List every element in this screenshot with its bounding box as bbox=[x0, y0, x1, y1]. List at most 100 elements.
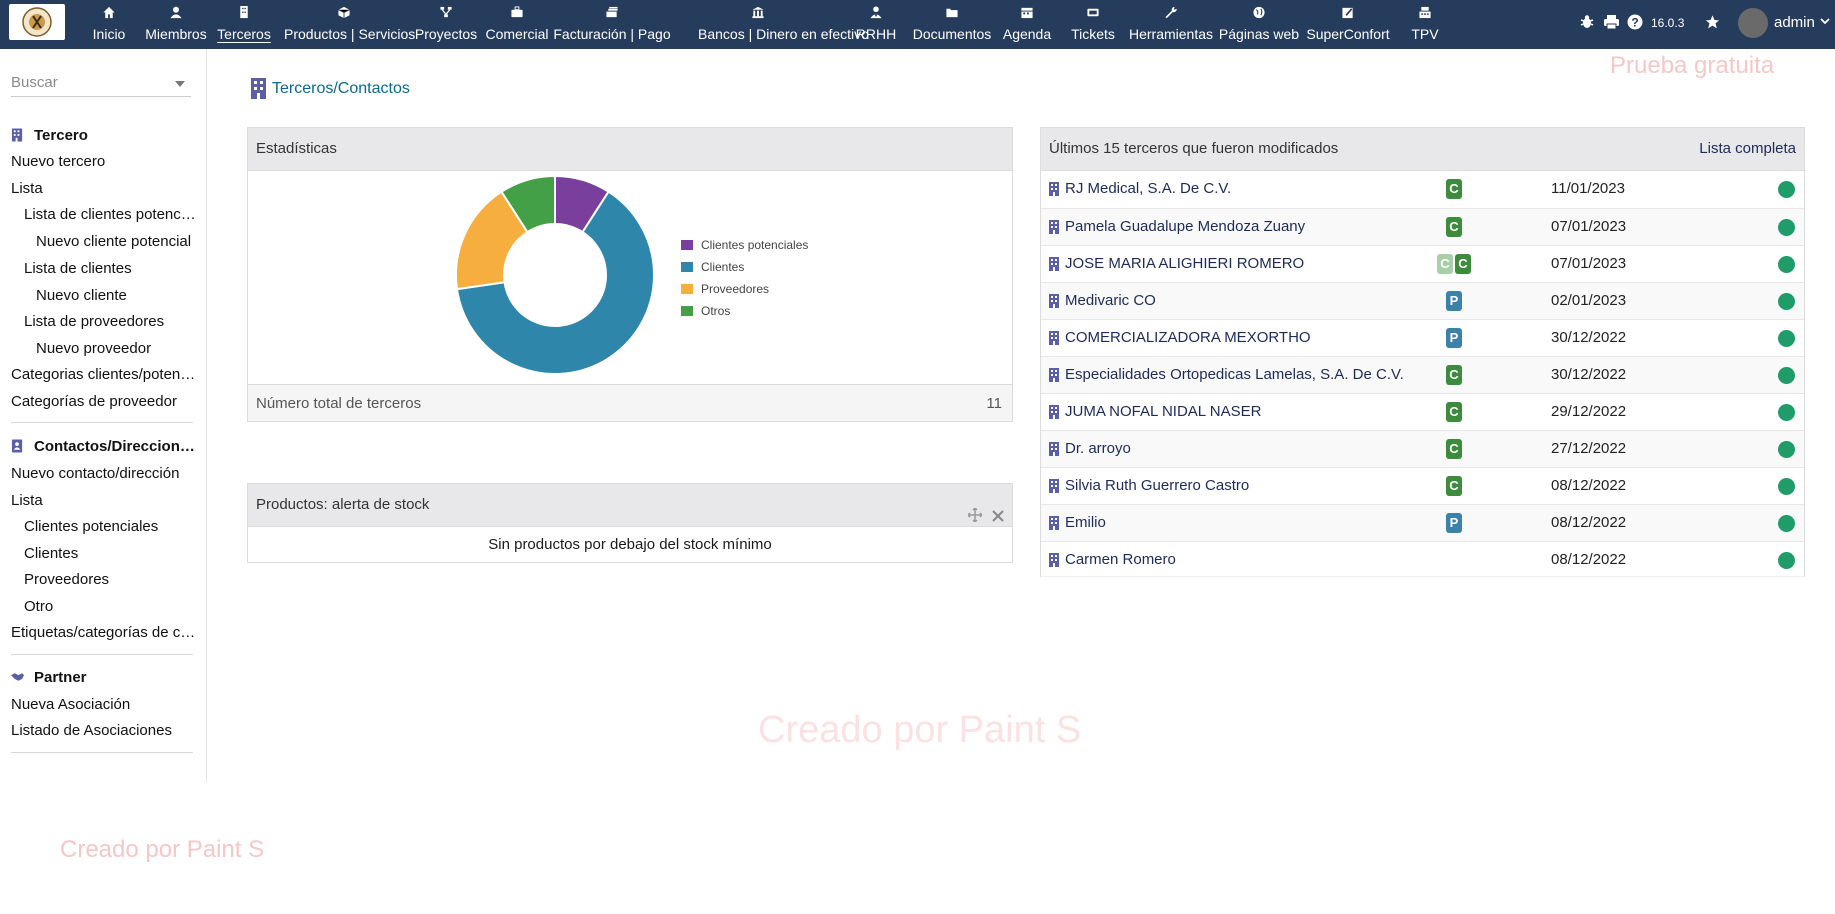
money-icon bbox=[606, 6, 618, 18]
building-icon bbox=[1049, 294, 1059, 308]
help-icon[interactable]: ? bbox=[1627, 14, 1643, 33]
sidebar-link[interactable]: Nuevo contacto/dirección bbox=[11, 465, 179, 482]
legend-label: Proveedores bbox=[701, 282, 770, 296]
table-row: JUMA NOFAL NIDAL NASER C 29/12/2022 bbox=[1041, 393, 1804, 430]
sidebar-link[interactable]: Nuevo cliente bbox=[36, 287, 127, 304]
customer-badge: C bbox=[1446, 402, 1462, 422]
building-icon bbox=[1049, 479, 1059, 493]
modified-date: 07/01/2023 bbox=[1551, 255, 1627, 272]
sidebar-link[interactable]: Nuevo tercero bbox=[11, 153, 105, 170]
customer-badge: C bbox=[1446, 476, 1462, 496]
modified-date: 27/12/2022 bbox=[1551, 440, 1627, 457]
recent-thirdparties-title: Últimos 15 terceros que fueron modificad… bbox=[1049, 140, 1339, 157]
modified-date: 29/12/2022 bbox=[1551, 403, 1627, 420]
building-icon bbox=[1049, 368, 1059, 382]
supplier-badge: P bbox=[1446, 291, 1462, 311]
recent-thirdparties-panel: Últimos 15 terceros que fueron modificad… bbox=[1040, 127, 1805, 578]
sidebar-section-0[interactable]: Tercero bbox=[11, 127, 88, 144]
status-active-icon bbox=[1778, 219, 1795, 236]
status-active-icon bbox=[1778, 478, 1795, 495]
sidebar-link[interactable]: Nuevo cliente potencial bbox=[36, 233, 191, 250]
sidebar-section-title: Tercero bbox=[34, 127, 88, 144]
bookmark-star-icon[interactable] bbox=[1704, 14, 1721, 33]
user-name[interactable]: admin bbox=[1774, 14, 1815, 31]
thirdparty-name-link[interactable]: RJ Medical, S.A. De C.V. bbox=[1065, 180, 1231, 197]
user-avatar[interactable] bbox=[1738, 8, 1768, 38]
sidebar-link[interactable]: Etiquetas/categorías de c… bbox=[11, 624, 195, 641]
cash-register-icon bbox=[1419, 6, 1431, 19]
status-active-icon bbox=[1778, 552, 1795, 569]
sidebar-link[interactable]: Otro bbox=[24, 598, 53, 615]
recent-thirdparties-header: Últimos 15 terceros que fueron modificad… bbox=[1041, 128, 1804, 171]
bank-icon bbox=[752, 6, 764, 19]
sidebar-link[interactable]: Lista de clientes potenc… bbox=[24, 206, 196, 223]
total-label: Número total de terceros bbox=[256, 395, 422, 412]
trial-watermark: Prueba gratuita bbox=[1610, 52, 1775, 79]
customer-badge: C bbox=[1455, 254, 1471, 274]
sidebar-link[interactable]: Categorías de proveedor bbox=[11, 393, 177, 410]
table-row: JOSE MARIA ALIGHIERI ROMERO C C 07/01/2023 bbox=[1041, 245, 1804, 282]
thirdparty-name-link[interactable]: Especialidades Ortopedicas Lamelas, S.A.… bbox=[1065, 366, 1404, 383]
sidebar-link[interactable]: Lista bbox=[11, 492, 43, 509]
building-icon bbox=[1049, 182, 1059, 196]
nav-item-facturaci-n-pago[interactable]: Facturación | Pago bbox=[552, 0, 672, 49]
sidebar-link[interactable]: Nuevo proveedor bbox=[36, 340, 151, 357]
dropdown-caret-icon[interactable] bbox=[175, 81, 185, 87]
full-list-link[interactable]: Lista completa bbox=[1699, 128, 1796, 170]
thirdparty-name-link[interactable]: JUMA NOFAL NIDAL NASER bbox=[1065, 403, 1261, 420]
nav-item-label: TPV bbox=[1411, 26, 1439, 42]
thirdparty-name-link[interactable]: Dr. arroyo bbox=[1065, 440, 1131, 457]
sidebar-link[interactable]: Lista bbox=[11, 180, 43, 197]
legend-item[interactable]: Clientes potenciales bbox=[681, 238, 808, 252]
chevron-down-icon[interactable] bbox=[1820, 15, 1830, 30]
nav-item-bancos-dinero-en-efectivo[interactable]: Bancos | Dinero en efectivo bbox=[698, 0, 869, 49]
table-row: COMERCIALIZADORA MEXORTHO P 30/12/2022 bbox=[1041, 319, 1804, 356]
sidebar-link[interactable]: Lista de clientes bbox=[24, 260, 132, 277]
bug-icon[interactable] bbox=[1579, 14, 1595, 33]
sidebar-link[interactable]: Nueva Asociación bbox=[11, 696, 130, 713]
sidebar-link[interactable]: Lista de proveedores bbox=[24, 313, 164, 330]
sidebar-link[interactable]: Proveedores bbox=[24, 571, 109, 588]
table-row: RJ Medical, S.A. De C.V. C 11/01/2023 bbox=[1041, 171, 1804, 207]
status-active-icon bbox=[1778, 367, 1795, 384]
thirdparty-name-link[interactable]: Silvia Ruth Guerrero Castro bbox=[1065, 477, 1249, 494]
sidebar-link[interactable]: Clientes potenciales bbox=[24, 518, 158, 535]
sidebar-link[interactable]: Clientes bbox=[24, 545, 78, 562]
legend-item[interactable]: Otros bbox=[681, 304, 730, 318]
search-placeholder: Buscar bbox=[11, 74, 58, 91]
modified-date: 07/01/2023 bbox=[1551, 218, 1627, 235]
top-navbar: Inicio Miembros Terceros Productos | Servic… bbox=[0, 0, 1835, 49]
sidebar-link[interactable]: Categorias clientes/poten… bbox=[11, 366, 195, 383]
sitemap-icon bbox=[440, 6, 452, 18]
thirdparty-name-link[interactable]: COMERCIALIZADORA MEXORTHO bbox=[1065, 329, 1311, 346]
left-sidebar: Buscar Tercero Nuevo tercero Lista Lista de… bbox=[0, 49, 207, 782]
thirdparty-name-link[interactable]: Carmen Romero bbox=[1065, 551, 1176, 568]
edit-icon bbox=[1342, 7, 1353, 19]
supplier-badge: P bbox=[1446, 513, 1462, 533]
thirdparty-name-link[interactable]: Emilio bbox=[1065, 514, 1106, 531]
stock-alert-title: Productos: alerta de stock bbox=[256, 496, 430, 513]
sidebar-section-1[interactable]: Contactos/Direccion… bbox=[11, 438, 195, 455]
sidebar-link[interactable]: Listado de Asociaciones bbox=[11, 722, 172, 739]
search-select[interactable]: Buscar bbox=[11, 74, 191, 97]
user-tie-icon bbox=[870, 6, 882, 19]
status-active-icon bbox=[1778, 330, 1795, 347]
building-icon bbox=[1049, 257, 1059, 271]
legend-label: Clientes bbox=[701, 260, 745, 274]
sidebar-divider bbox=[11, 654, 193, 655]
print-icon[interactable] bbox=[1603, 14, 1620, 33]
legend-item[interactable]: Proveedores bbox=[681, 282, 769, 296]
modified-date: 30/12/2022 bbox=[1551, 329, 1627, 346]
table-row: Especialidades Ortopedicas Lamelas, S.A.… bbox=[1041, 356, 1804, 393]
status-active-icon bbox=[1778, 404, 1795, 421]
version-label: 16.0.3 bbox=[1651, 16, 1685, 30]
thirdparty-name-link[interactable]: JOSE MARIA ALIGHIERI ROMERO bbox=[1065, 255, 1304, 272]
sidebar-section-2[interactable]: Partner bbox=[11, 669, 87, 686]
status-active-icon bbox=[1778, 515, 1795, 532]
legend-item[interactable]: Clientes bbox=[681, 260, 744, 274]
nav-item-tpv[interactable]: TPV bbox=[1365, 0, 1485, 49]
customer-badge: C bbox=[1446, 217, 1462, 237]
thirdparty-name-link[interactable]: Pamela Guadalupe Mendoza Zuany bbox=[1065, 218, 1305, 235]
thirdparty-name-link[interactable]: Medivaric CO bbox=[1065, 292, 1156, 309]
nav-item-label: Bancos | Dinero en efectivo bbox=[698, 26, 869, 42]
